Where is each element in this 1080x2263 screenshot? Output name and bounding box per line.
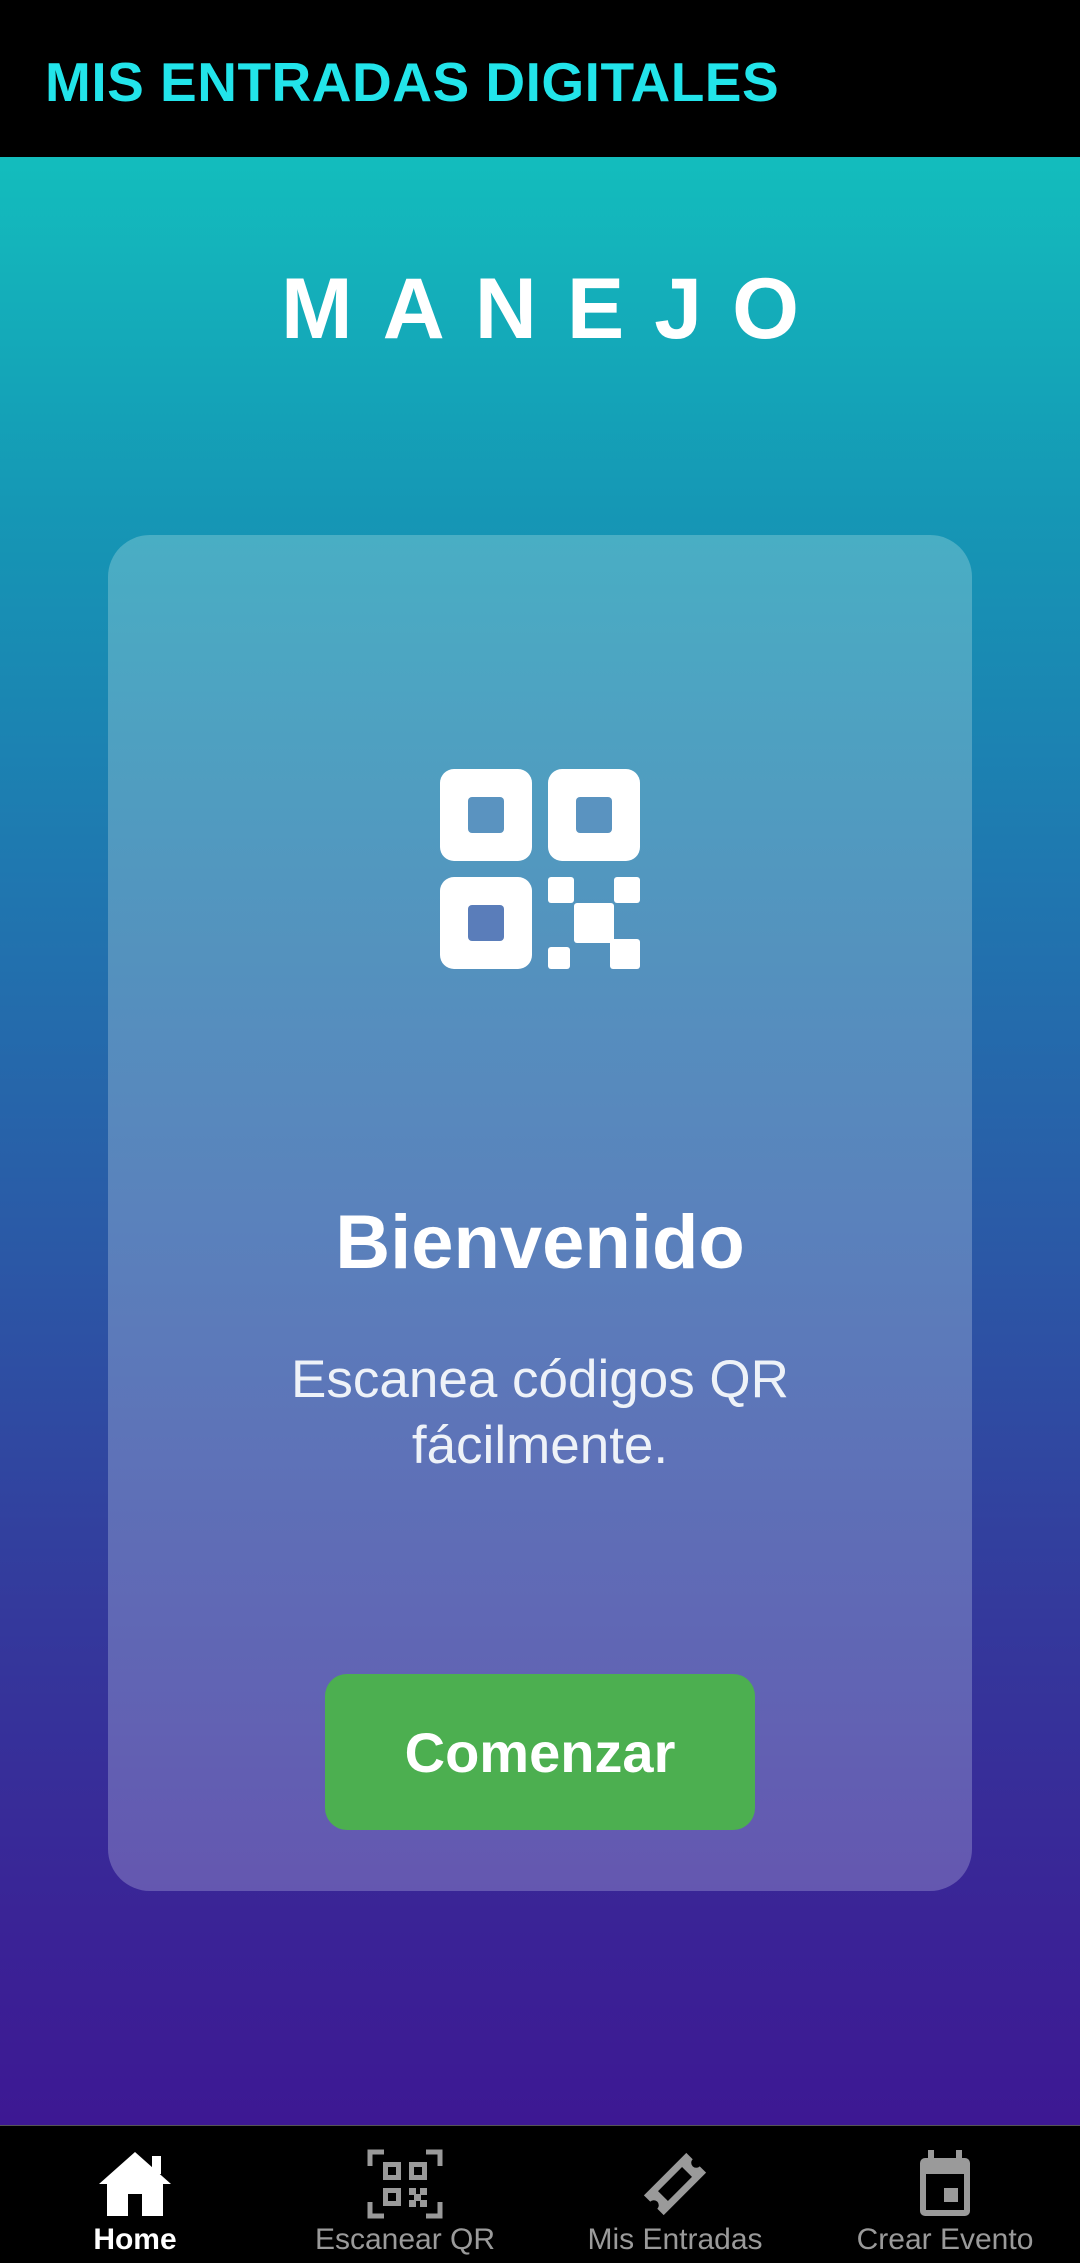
- nav-item-scan-qr[interactable]: Escanear QR: [270, 2126, 540, 2263]
- qr-scan-icon: [367, 2149, 443, 2219]
- brand-title: MANEJO: [281, 261, 829, 357]
- welcome-title: Bienvenido: [335, 1200, 745, 1285]
- main-content: MANEJO Bienvenido Escanea códigos QR fác…: [0, 157, 1080, 2125]
- start-button[interactable]: Comenzar: [325, 1674, 755, 1830]
- app-title: MIS ENTRADAS DIGITALES: [45, 51, 780, 113]
- nav-label-create-event: Crear Evento: [856, 2223, 1034, 2256]
- ticket-icon: [643, 2152, 707, 2216]
- welcome-card: Bienvenido Escanea códigos QR fácilmente…: [108, 535, 972, 1891]
- nav-label-scan-qr: Escanear QR: [314, 2223, 496, 2256]
- top-app-bar: MIS ENTRADAS DIGITALES: [0, 0, 1080, 157]
- welcome-subtitle: Escanea códigos QR fácilmente.: [291, 1350, 789, 1475]
- nav-item-my-tickets[interactable]: Mis Entradas: [540, 2126, 810, 2263]
- home-icon: [99, 2152, 171, 2216]
- app-screen: MIS ENTRADAS DIGITALES MANEJO Bienvenido…: [0, 0, 1080, 2263]
- nav-label-home: Home: [93, 2223, 177, 2256]
- nav-item-home[interactable]: Home: [0, 2126, 270, 2263]
- qr-code-icon: [440, 769, 640, 969]
- calendar-icon: [920, 2150, 970, 2216]
- nav-item-create-event[interactable]: Crear Evento: [810, 2126, 1080, 2263]
- nav-label-my-tickets: Mis Entradas: [587, 2223, 763, 2256]
- bottom-navigation: Home Escanear QR Mis Entradas Crear Even…: [0, 2125, 1080, 2263]
